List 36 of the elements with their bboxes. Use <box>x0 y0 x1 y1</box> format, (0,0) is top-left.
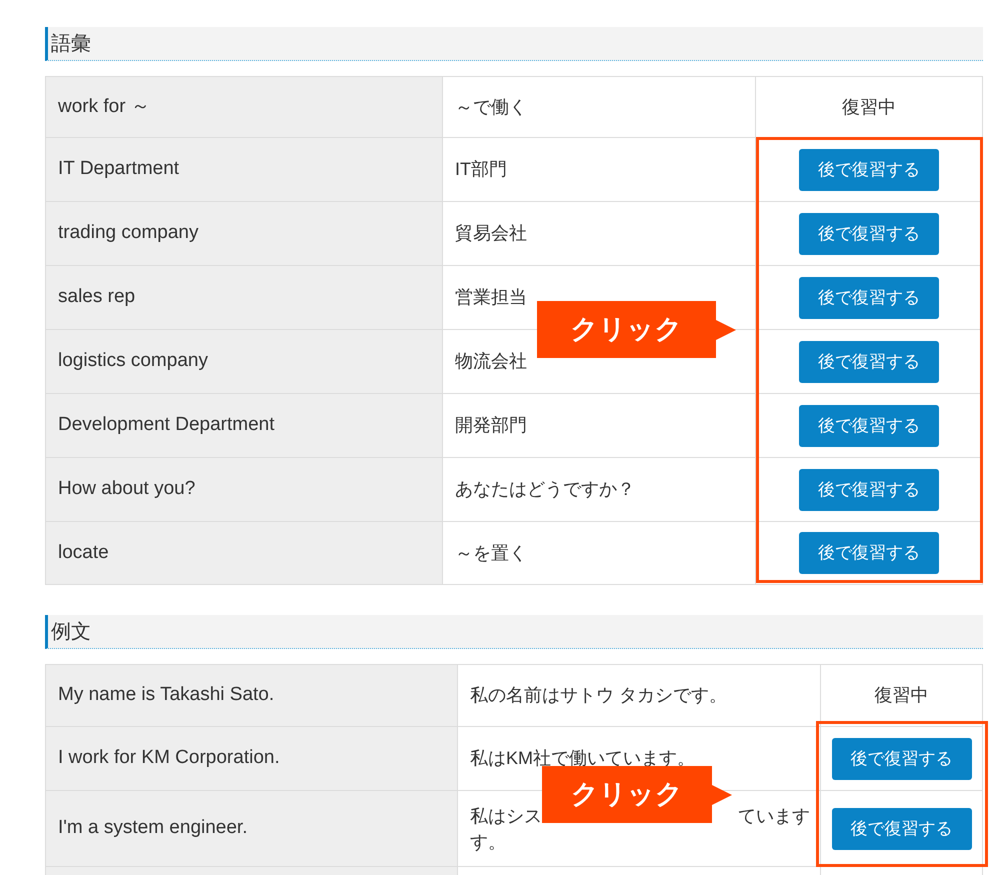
review-later-button[interactable]: 後で復習する <box>799 532 939 574</box>
cell-text: す。 <box>470 830 506 854</box>
review-later-button[interactable]: 後で復習する <box>799 340 939 382</box>
review-later-button[interactable]: 後で復習する <box>799 404 939 446</box>
table-cell: ～を置く <box>443 522 756 584</box>
table-cell: 復習中 <box>756 77 983 137</box>
table-cell: trading company <box>45 202 443 265</box>
table-cell: sales rep <box>45 266 443 329</box>
table-cell: Development Department <box>45 394 443 457</box>
review-later-button[interactable]: 後で復習する <box>799 148 939 190</box>
table-cell: 開発部門 <box>443 394 756 457</box>
callout: クリック <box>542 766 732 823</box>
review-later-button[interactable]: 後で復習する <box>799 212 939 254</box>
table-cell: work for ～ <box>45 77 443 137</box>
section-title: 語彙 <box>51 34 91 54</box>
cell-text: ています <box>738 804 810 828</box>
table-cell: IT Department <box>45 138 443 201</box>
table-cell: I work for KM Corporation. <box>45 727 458 790</box>
table-cell: How about you? <box>45 458 443 521</box>
table-cell: locate <box>45 522 443 584</box>
table-cell: I'm a system engineer. <box>45 791 458 866</box>
review-later-button[interactable]: 後で復習する <box>799 276 939 318</box>
table-cell: 貿易会社 <box>443 202 756 265</box>
table-cell: IT部門 <box>443 138 756 201</box>
review-later-button[interactable]: 後で復習する <box>832 808 972 850</box>
table-cell: logistics company <box>45 330 443 393</box>
callout: クリック <box>537 301 736 358</box>
table-cell: ～で働く <box>443 77 756 137</box>
table-cell: 復習中 <box>821 665 983 726</box>
table-cell: My name is Takashi Sato. <box>45 665 458 726</box>
cell-text: 私はシス <box>470 804 542 828</box>
table-cell: 私の名前はサトウ タカシです。 <box>458 665 821 726</box>
review-later-button[interactable]: 後で復習する <box>799 468 939 510</box>
table-cell: あなたはどうですか？ <box>443 458 756 521</box>
review-later-button[interactable]: 後で復習する <box>832 738 972 780</box>
section-title: 例文 <box>51 622 91 642</box>
